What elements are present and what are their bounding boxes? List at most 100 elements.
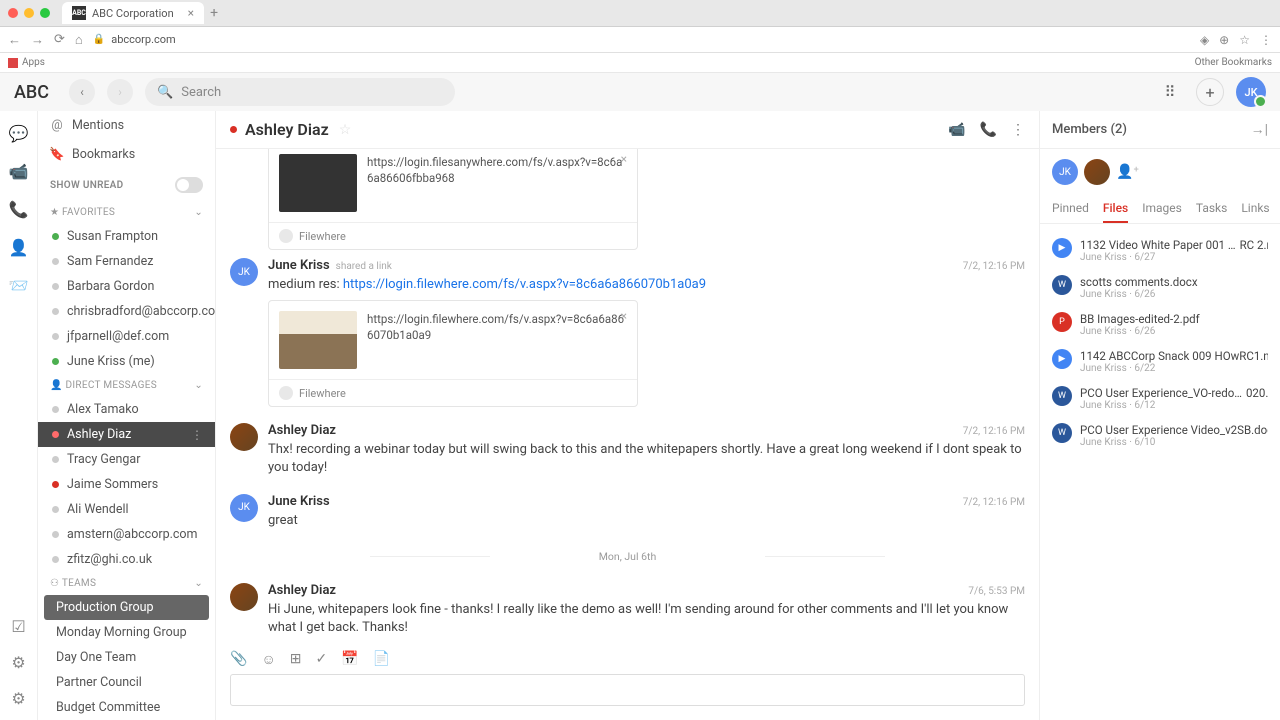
user-avatar[interactable]: JK bbox=[1236, 77, 1266, 107]
favorite-star-icon[interactable]: ☆ bbox=[339, 122, 352, 138]
sidebar-favorite-item[interactable]: jfparnell@def.com bbox=[38, 324, 215, 349]
member-avatar[interactable]: JK bbox=[1052, 159, 1078, 185]
sidebar-favorite-item[interactable]: Sam Fernandez bbox=[38, 249, 215, 274]
note-icon[interactable]: 📄 bbox=[373, 651, 390, 668]
sidebar-dm-item[interactable]: Tracy Gengar bbox=[38, 447, 215, 472]
composer: 📎 ☺ ⊞ ✓ 📅 📄 bbox=[216, 643, 1039, 720]
file-item[interactable]: ▶ 1142 ABCCorp Snack 009 HOwRC1.mp4 June… bbox=[1040, 343, 1280, 380]
sidebar-dm-item[interactable]: Jaime Sommers bbox=[38, 472, 215, 497]
file-item[interactable]: W PCO User Experience_VO-redo…020.docx J… bbox=[1040, 380, 1280, 417]
browser-tab[interactable]: ABC ABC Corporation × bbox=[62, 2, 204, 24]
more-icon[interactable]: ⋮ bbox=[1011, 122, 1025, 138]
file-name: 1142 ABCCorp Snack 009 HOwRC1.mp4 bbox=[1080, 349, 1268, 363]
sidebar-team-item[interactable]: Budget Committee bbox=[38, 695, 215, 720]
file-item[interactable]: P BB Images-edited-2.pdf June Kriss · 6/… bbox=[1040, 306, 1280, 343]
emoji-icon[interactable]: ☺ bbox=[261, 651, 275, 668]
contact-name: Alex Tamako bbox=[67, 402, 139, 417]
forward-button[interactable]: → bbox=[31, 32, 44, 48]
zoom-icon[interactable]: ⊕ bbox=[1219, 33, 1229, 47]
back-button[interactable]: ← bbox=[8, 32, 21, 48]
avatar[interactable]: JK bbox=[230, 258, 258, 286]
other-bookmarks[interactable]: Other Bookmarks bbox=[1195, 57, 1272, 68]
sidebar-favorite-item[interactable]: June Kriss (me) bbox=[38, 349, 215, 374]
file-type-icon: P bbox=[1052, 312, 1072, 332]
sidebar-team-item[interactable]: Day One Team bbox=[38, 645, 215, 670]
favorites-section[interactable]: ★ FAVORITES ⌄ bbox=[38, 201, 215, 224]
close-window[interactable] bbox=[8, 8, 18, 18]
star-icon[interactable]: ☆ bbox=[1239, 33, 1250, 47]
mentions-item[interactable]: @ Mentions bbox=[38, 111, 215, 140]
phone-icon[interactable]: 📞 bbox=[9, 199, 29, 219]
new-tab-button[interactable]: + bbox=[210, 5, 218, 21]
teams-section[interactable]: ⚇ TEAMS ⌄ bbox=[38, 572, 215, 595]
presence-indicator bbox=[52, 481, 59, 488]
gif-icon[interactable]: ⊞ bbox=[290, 651, 302, 668]
sidebar-favorite-item[interactable]: Barbara Gordon bbox=[38, 274, 215, 299]
sidebar-favorite-item[interactable]: Susan Frampton bbox=[38, 224, 215, 249]
dm-section[interactable]: 👤 DIRECT MESSAGES ⌄ bbox=[38, 374, 215, 397]
sidebar-favorite-item[interactable]: chrisbradford@abccorp.com bbox=[38, 299, 215, 324]
sidebar-team-item[interactable]: Partner Council bbox=[38, 670, 215, 695]
file-item[interactable]: ▶ 1132 Video White Paper 001 …RC 2.mp4 J… bbox=[1040, 232, 1280, 269]
avatar[interactable] bbox=[230, 423, 258, 451]
message-link[interactable]: https://login.filewhere.com/fs/v.aspx?v=… bbox=[343, 277, 706, 292]
add-member-icon[interactable]: 👤⁺ bbox=[1116, 164, 1139, 180]
video-call-icon[interactable]: 📹 bbox=[948, 122, 965, 138]
link-url[interactable]: https://login.filesanywhere.com/fs/v.asp… bbox=[367, 154, 627, 212]
apps-icon[interactable]: ⚙ bbox=[9, 652, 29, 672]
link-url[interactable]: https://login.filewhere.com/fs/v.aspx?v=… bbox=[367, 311, 627, 369]
show-unread-toggle[interactable] bbox=[175, 177, 203, 193]
inbox-icon[interactable]: 📨 bbox=[9, 275, 29, 295]
apps-shortcut[interactable]: Apps bbox=[8, 57, 45, 68]
new-button[interactable]: + bbox=[1196, 78, 1224, 106]
file-item[interactable]: W scotts comments.docx June Kriss · 6/26 bbox=[1040, 269, 1280, 306]
close-icon[interactable]: × bbox=[621, 152, 627, 166]
reload-button[interactable]: ⟳ bbox=[54, 32, 65, 47]
tab-pinned[interactable]: Pinned bbox=[1052, 195, 1089, 223]
apps-grid-icon[interactable]: ⠿ bbox=[1156, 78, 1184, 106]
settings-icon[interactable]: ⚙ bbox=[9, 688, 29, 708]
video-icon[interactable]: 📹 bbox=[9, 161, 29, 181]
audio-call-icon[interactable]: 📞 bbox=[980, 122, 997, 138]
extension-icon[interactable]: ◈ bbox=[1200, 33, 1209, 47]
nav-forward[interactable]: › bbox=[107, 79, 133, 105]
message-text: great bbox=[268, 512, 1025, 530]
sidebar-team-item[interactable]: Production Group bbox=[44, 595, 209, 620]
attach-icon[interactable]: 📎 bbox=[230, 651, 247, 668]
tasks-icon[interactable]: ☑ bbox=[9, 616, 29, 636]
contacts-icon[interactable]: 👤 bbox=[9, 237, 29, 257]
chat-icon[interactable]: 💬 bbox=[9, 123, 29, 143]
message-input[interactable] bbox=[230, 674, 1025, 706]
sidebar-dm-item[interactable]: Alex Tamako bbox=[38, 397, 215, 422]
link-preview-card: https://login.filesanywhere.com/fs/v.asp… bbox=[268, 149, 638, 250]
tab-links[interactable]: Links bbox=[1241, 195, 1269, 223]
tab-images[interactable]: Images bbox=[1142, 195, 1182, 223]
avatar[interactable]: JK bbox=[230, 494, 258, 522]
more-icon[interactable]: ⋮ bbox=[191, 428, 203, 442]
member-avatar[interactable] bbox=[1084, 159, 1110, 185]
file-name: scotts comments.docx bbox=[1080, 275, 1268, 289]
sidebar-dm-item[interactable]: Ashley Diaz⋮ bbox=[38, 422, 215, 447]
bookmarks-item[interactable]: 🔖 Bookmarks bbox=[38, 140, 215, 169]
tab-files[interactable]: Files bbox=[1103, 195, 1128, 223]
sidebar-dm-item[interactable]: amstern@abccorp.com bbox=[38, 522, 215, 547]
close-icon[interactable]: × bbox=[621, 309, 627, 323]
search-box[interactable]: 🔍 Search bbox=[145, 78, 455, 106]
sidebar-dm-item[interactable]: Ali Wendell bbox=[38, 497, 215, 522]
maximize-window[interactable] bbox=[40, 8, 50, 18]
url-field[interactable]: 🔒 abccorp.com bbox=[93, 33, 1190, 46]
calendar-icon[interactable]: 📅 bbox=[341, 651, 358, 668]
chat-body[interactable]: https://login.filesanywhere.com/fs/v.asp… bbox=[216, 149, 1039, 643]
menu-icon[interactable]: ⋮ bbox=[1260, 33, 1272, 47]
minimize-window[interactable] bbox=[24, 8, 34, 18]
home-button[interactable]: ⌂ bbox=[75, 32, 83, 48]
collapse-icon[interactable]: →| bbox=[1251, 121, 1268, 138]
sidebar-team-item[interactable]: Monday Morning Group bbox=[38, 620, 215, 645]
close-tab-icon[interactable]: × bbox=[188, 6, 194, 20]
sidebar-dm-item[interactable]: zfitz@ghi.co.uk bbox=[38, 547, 215, 572]
nav-back[interactable]: ‹ bbox=[69, 79, 95, 105]
task-icon[interactable]: ✓ bbox=[315, 651, 327, 668]
avatar[interactable] bbox=[230, 583, 258, 611]
tab-tasks[interactable]: Tasks bbox=[1196, 195, 1228, 223]
file-item[interactable]: W PCO User Experience Video_v2SB.docx Ju… bbox=[1040, 417, 1280, 454]
